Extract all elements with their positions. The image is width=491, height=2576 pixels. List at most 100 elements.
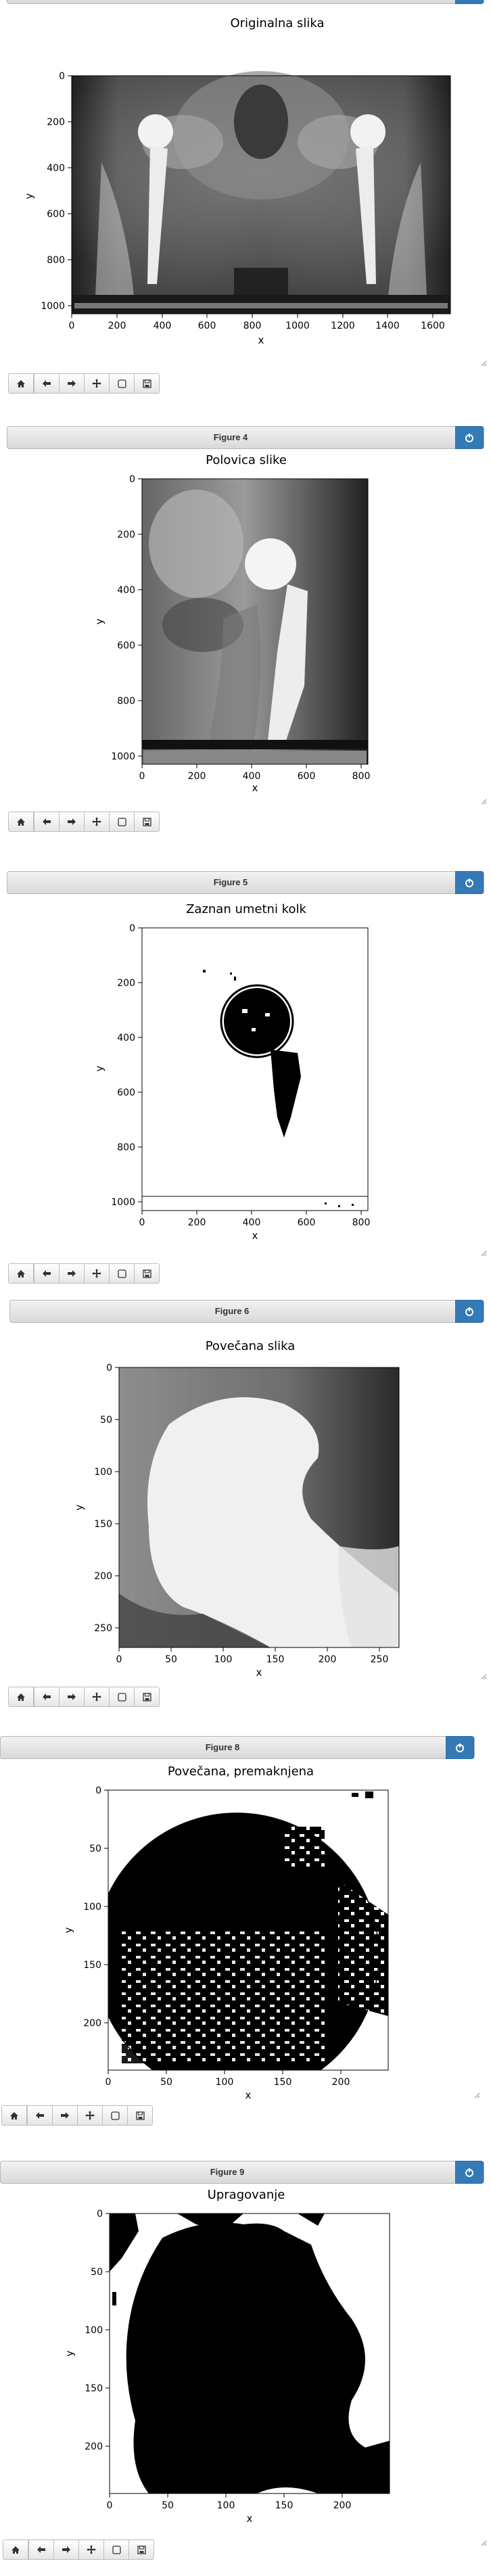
save-button[interactable] <box>134 1263 160 1284</box>
x-axis-label: x <box>256 1666 262 1679</box>
pan-button[interactable] <box>84 1263 110 1284</box>
zoom-button[interactable] <box>109 1263 135 1284</box>
pan-button[interactable] <box>78 2539 104 2560</box>
forward-arrow-icon <box>60 2111 70 2120</box>
y-tick-label: 1000 <box>41 301 65 312</box>
x-tick-label: 600 <box>298 1217 316 1228</box>
save-button[interactable] <box>128 2539 154 2560</box>
resize-grip-icon[interactable] <box>480 1673 487 1680</box>
plot-polovica-slike[interactable]: Polovica slike 0 200 400 600 800 1000 y <box>0 449 491 841</box>
zoom-button[interactable] <box>109 373 135 394</box>
close-figure-button[interactable] <box>455 1300 484 1323</box>
y-axis-label: y <box>64 2350 76 2356</box>
close-figure-button[interactable] <box>455 2161 484 2184</box>
forward-button[interactable] <box>59 373 85 394</box>
resize-grip-icon[interactable] <box>480 2539 487 2546</box>
forward-button[interactable] <box>59 1687 85 1707</box>
plot-upragovanje[interactable]: Upragovanje 0 50 100 150 200 y 0 50 100 … <box>0 2184 491 2562</box>
y-axis: 0 50 100 150 200 y <box>62 1785 108 2029</box>
save-button[interactable] <box>134 812 160 832</box>
home-button[interactable] <box>8 1263 34 1284</box>
y-tick-label: 400 <box>47 163 65 174</box>
plot-originalna-slika[interactable]: Originalna slika 0 200 400 600 800 1000 … <box>0 0 491 365</box>
y-tick-label: 0 <box>129 474 135 485</box>
zoom-rect-icon <box>112 2545 121 2554</box>
plot-title: Upragovanje <box>208 2188 285 2202</box>
plot-povecana-slika[interactable]: Povečana slika 0 50 100 150 200 250 y 0 … <box>0 1323 491 1708</box>
x-tick-label: 0 <box>116 1654 122 1665</box>
x-tick-label: 400 <box>154 321 172 331</box>
close-figure-button[interactable] <box>446 1736 474 1759</box>
y-tick-label: 600 <box>117 1087 135 1098</box>
zoom-binary-image <box>108 1790 388 2070</box>
x-tick-label: 150 <box>266 1654 285 1665</box>
forward-button[interactable] <box>59 1263 85 1284</box>
pan-button[interactable] <box>84 373 110 394</box>
close-figure-button[interactable] <box>455 426 484 449</box>
y-tick-label: 150 <box>85 2383 103 2394</box>
back-button[interactable] <box>28 2539 54 2560</box>
x-tick-label: 200 <box>188 771 206 782</box>
home-button[interactable] <box>8 812 34 832</box>
x-tick-label: 400 <box>243 771 261 782</box>
x-tick-label: 150 <box>274 2077 292 2088</box>
plot-zaznan-umetni-kolk[interactable]: Zaznan umetni kolk 0 200 400 600 800 100… <box>0 894 491 1286</box>
save-icon <box>135 2111 145 2120</box>
home-icon <box>9 2111 19 2120</box>
resize-grip-icon[interactable] <box>473 2092 480 2099</box>
resize-grip-icon[interactable] <box>480 360 487 367</box>
x-axis-label: x <box>252 1230 258 1242</box>
back-button[interactable] <box>34 373 60 394</box>
back-button[interactable] <box>34 1687 60 1707</box>
power-icon <box>456 1743 464 1752</box>
back-button[interactable] <box>34 1263 60 1284</box>
zoom-button[interactable] <box>109 1687 135 1707</box>
back-button[interactable] <box>34 812 60 832</box>
y-tick-label: 600 <box>117 640 135 651</box>
x-tick-label: 1400 <box>375 321 400 331</box>
pan-icon <box>92 1692 101 1702</box>
back-arrow-icon <box>42 1269 51 1278</box>
home-icon <box>11 2546 20 2554</box>
x-tick-label: 0 <box>139 1217 145 1228</box>
y-tick-label: 50 <box>91 2267 103 2278</box>
forward-button[interactable] <box>52 2105 78 2126</box>
home-button[interactable] <box>3 2539 28 2560</box>
resize-grip-icon[interactable] <box>480 1250 487 1257</box>
y-tick-label: 0 <box>129 923 135 934</box>
zoom-button[interactable] <box>102 2105 128 2126</box>
y-tick-label: 0 <box>59 71 65 82</box>
save-icon <box>142 1692 151 1702</box>
plot-povecana-premaknjena[interactable]: Povečana, premaknjena 0 50 100 150 200 y… <box>0 1759 491 2145</box>
pan-button[interactable] <box>84 812 110 832</box>
save-button[interactable] <box>134 373 160 394</box>
x-tick-label: 50 <box>162 2500 174 2511</box>
figure-header: Figure 4 <box>7 426 484 449</box>
back-button[interactable] <box>27 2105 53 2126</box>
y-axis-label: y <box>23 193 35 199</box>
y-tick-label: 50 <box>89 1844 101 1854</box>
y-tick-label: 150 <box>94 1519 112 1530</box>
home-button[interactable] <box>1 2105 27 2126</box>
save-button[interactable] <box>127 2105 153 2126</box>
figure-toolbar <box>8 373 160 395</box>
close-figure-button[interactable] <box>455 871 484 894</box>
y-tick-label: 200 <box>83 2018 101 2029</box>
forward-arrow-icon <box>67 1693 76 1701</box>
y-tick-label: 800 <box>47 255 65 266</box>
x-axis: 0 200 400 600 800 1000 1200 1400 1600 x <box>69 314 445 346</box>
pan-button[interactable] <box>84 1687 110 1707</box>
x-tick-label: 200 <box>332 2077 350 2088</box>
home-button[interactable] <box>8 1687 34 1707</box>
zoom-button[interactable] <box>109 812 135 832</box>
zoom-button[interactable] <box>103 2539 129 2560</box>
forward-button[interactable] <box>59 812 85 832</box>
save-button[interactable] <box>134 1687 160 1707</box>
home-icon <box>16 1269 26 1278</box>
y-tick-label: 200 <box>85 2441 103 2452</box>
y-tick-label: 1000 <box>111 1197 135 1208</box>
forward-button[interactable] <box>53 2539 79 2560</box>
home-button[interactable] <box>8 373 34 394</box>
pan-button[interactable] <box>77 2105 103 2126</box>
resize-grip-icon[interactable] <box>480 798 487 805</box>
